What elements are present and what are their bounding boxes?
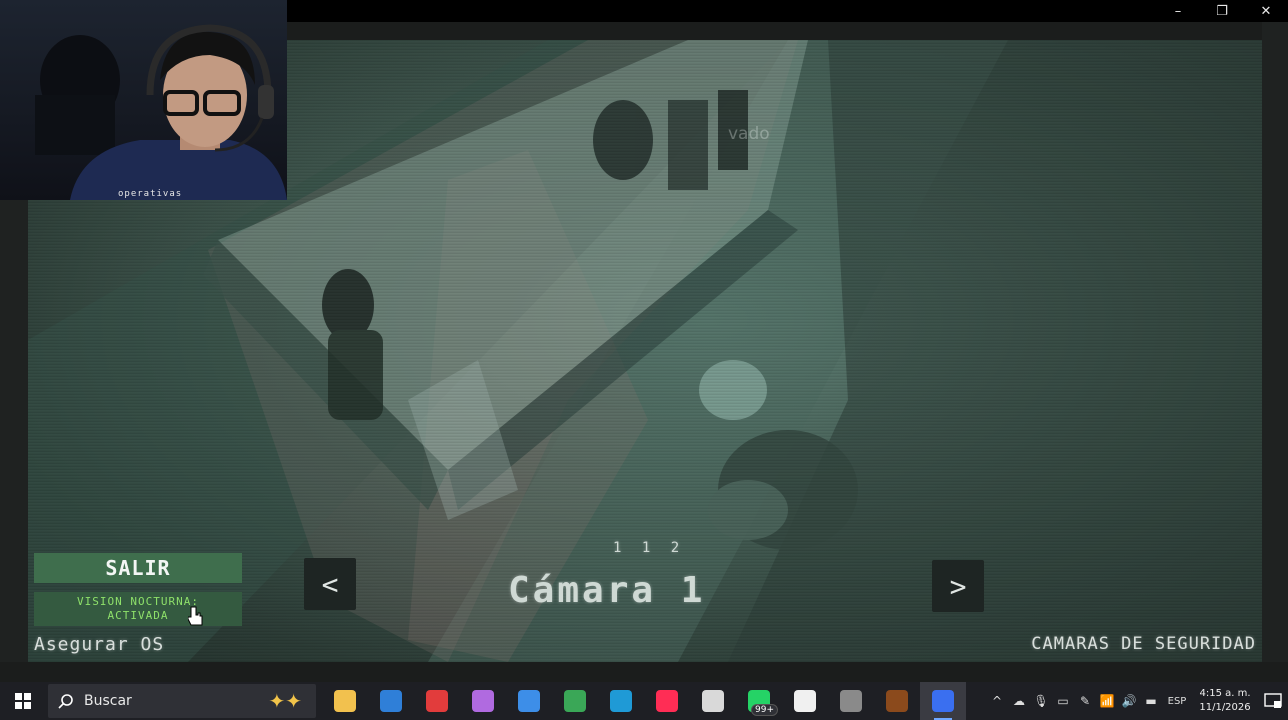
search-placeholder: Buscar [84, 693, 132, 709]
minimize-button[interactable]: – [1156, 0, 1200, 22]
exit-button[interactable]: SALIR [34, 553, 242, 583]
taskbar-app-tiktok[interactable] [644, 682, 690, 720]
night-vision-label: VISION NOCTURNA: [77, 595, 199, 608]
hand-cursor-icon [188, 606, 203, 626]
edge-icon [610, 690, 632, 712]
battery-icon[interactable]: ▬ [1140, 682, 1162, 720]
fnaf-icon [886, 690, 908, 712]
taskbar-apps: 99+ [322, 682, 966, 720]
restore-button[interactable]: ❐ [1200, 0, 1244, 22]
pen-icon[interactable]: ✎ [1074, 682, 1096, 720]
wifi-icon[interactable]: 📶 [1096, 682, 1118, 720]
chrome-icon [564, 690, 586, 712]
night-vision-toggle[interactable]: VISION NOCTURNA: ACTIVADA [34, 592, 242, 626]
start-button[interactable] [0, 682, 46, 720]
roblox-icon [932, 690, 954, 712]
sparkle-icon: ✦✦ [268, 689, 302, 713]
taskbar-app-roblox[interactable] [920, 682, 966, 720]
webcam-caption: operativas [118, 189, 183, 199]
microphone-icon[interactable]: 🎙 [1030, 682, 1052, 720]
webcam-overlay: operativas [0, 0, 287, 200]
close-button[interactable]: ✕ [1244, 0, 1288, 22]
taskbar-app-notepad[interactable] [782, 682, 828, 720]
outlook-icon [380, 690, 402, 712]
notification-badge: 99+ [751, 704, 778, 716]
show-hidden-icons-icon[interactable]: ^ [986, 682, 1008, 720]
language-indicator[interactable]: ESP [1162, 696, 1192, 707]
camera-index: 1 1 2 [613, 540, 686, 556]
taskbar-app-file-explorer[interactable] [322, 682, 368, 720]
notepad-icon [794, 690, 816, 712]
taskbar-app-outlook[interactable] [368, 682, 414, 720]
taskbar-app-store[interactable] [506, 682, 552, 720]
copilot-icon [472, 690, 494, 712]
security-cameras-label: CAMARAS DE SEGURIDAD [1031, 634, 1256, 654]
game-right-border [1262, 22, 1288, 662]
taskbar-app-edge[interactable] [598, 682, 644, 720]
game-icon [840, 690, 862, 712]
taskbar-app-screen-recorder[interactable] [414, 682, 460, 720]
camera-title: Cámara 1 [508, 570, 706, 611]
taskbar-app-media[interactable] [690, 682, 736, 720]
clock-time: 4:15 a. m. [1199, 688, 1251, 699]
window-controls: – ❐ ✕ [1156, 0, 1288, 22]
taskbar-app-game[interactable] [828, 682, 874, 720]
windows-taskbar: Buscar ✦✦ 99+ ^ ☁ 🎙 ▭ ✎ 📶 🔊 ▬ ESP 4:15 a… [0, 682, 1288, 720]
previous-camera-button[interactable]: < [304, 558, 356, 610]
display-icon[interactable]: ▭ [1052, 682, 1074, 720]
windows-logo-icon [15, 693, 31, 709]
media-icon [702, 690, 724, 712]
taskbar-app-copilot[interactable] [460, 682, 506, 720]
search-icon [58, 694, 73, 709]
onedrive-icon[interactable]: ☁ [1008, 682, 1030, 720]
taskbar-app-whatsapp[interactable]: 99+ [736, 682, 782, 720]
screen-recorder-icon [426, 690, 448, 712]
system-tray: ^ ☁ 🎙 ▭ ✎ 📶 🔊 ▬ ESP 4:15 a. m. 11/1/2026 [986, 682, 1288, 720]
file-explorer-icon [334, 690, 356, 712]
volume-icon[interactable]: 🔊 [1118, 682, 1140, 720]
taskbar-app-fnaf[interactable] [874, 682, 920, 720]
night-vision-status: ACTIVADA [107, 609, 169, 622]
store-icon [518, 690, 540, 712]
taskbar-app-chrome[interactable] [552, 682, 598, 720]
taskbar-search[interactable]: Buscar ✦✦ [48, 684, 316, 718]
clock-date: 11/1/2026 [1199, 702, 1251, 713]
streamer-figure [35, 24, 287, 200]
ghost-label: vado [728, 124, 770, 144]
notifications-icon[interactable] [1258, 682, 1288, 720]
secure-os-button[interactable]: Asegurar OS [34, 634, 164, 655]
next-camera-button[interactable]: > [932, 560, 984, 612]
tiktok-icon [656, 690, 678, 712]
taskbar-clock[interactable]: 4:15 a. m. 11/1/2026 [1192, 687, 1258, 715]
